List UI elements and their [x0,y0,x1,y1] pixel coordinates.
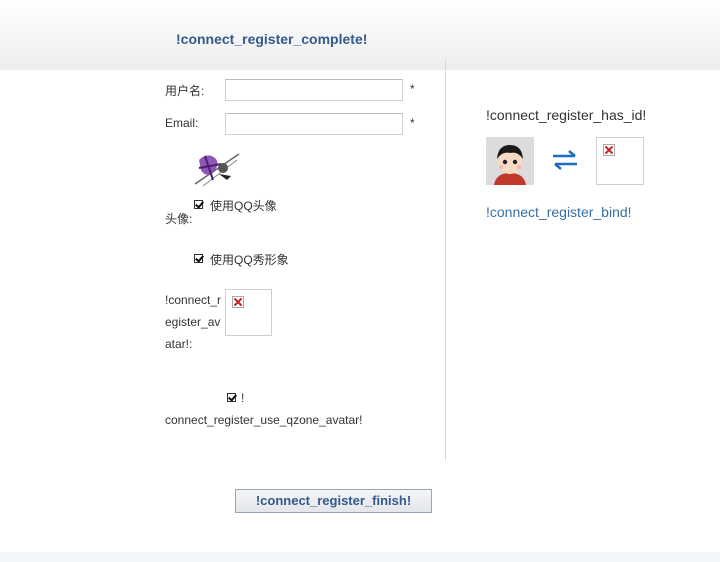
use-qq-show-label: 使用QQ秀形象 [210,253,289,267]
email-input[interactable] [226,114,402,134]
email-field[interactable] [225,113,403,135]
username-input[interactable] [226,80,402,100]
bind-avatar-image [596,137,644,185]
use-qq-show-checkbox[interactable] [194,254,203,263]
qq-avatar-image [193,150,241,188]
register-avatar-label: !connect_register_avatar!: [165,293,222,351]
broken-image-icon [232,296,244,308]
page-header: !connect_register_complete! [0,0,720,70]
username-field[interactable] [225,79,403,101]
finish-button[interactable]: !connect_register_finish! [235,489,432,513]
username-required-mark: * [410,82,415,96]
email-label: Email: [165,116,199,130]
username-label: 用户名: [165,84,205,98]
has-id-text: !connect_register_has_id! [486,107,647,123]
default-user-avatar [486,137,534,185]
email-required-mark: * [410,116,415,130]
use-qzone-avatar-checkbox[interactable] [227,393,236,402]
bind-link[interactable]: !connect_register_bind! [486,204,632,220]
user-avatar-icon [486,137,534,185]
use-qq-avatar-label: 使用QQ头像 [210,199,277,213]
broken-image-icon [603,144,615,156]
use-qq-avatar-checkbox[interactable] [194,200,203,209]
use-qzone-avatar-mark: ! [241,391,245,405]
use-qzone-avatar-label: connect_register_use_qzone_avatar! [165,413,363,427]
page-footer-bar [0,552,720,562]
avatar-label: 头像: [165,212,193,226]
column-divider [445,58,446,461]
swap-arrows-icon [553,150,577,170]
page-title: !connect_register_complete! [176,31,368,47]
qq-avatar-graphic [194,153,240,187]
register-avatar-image [225,289,272,336]
